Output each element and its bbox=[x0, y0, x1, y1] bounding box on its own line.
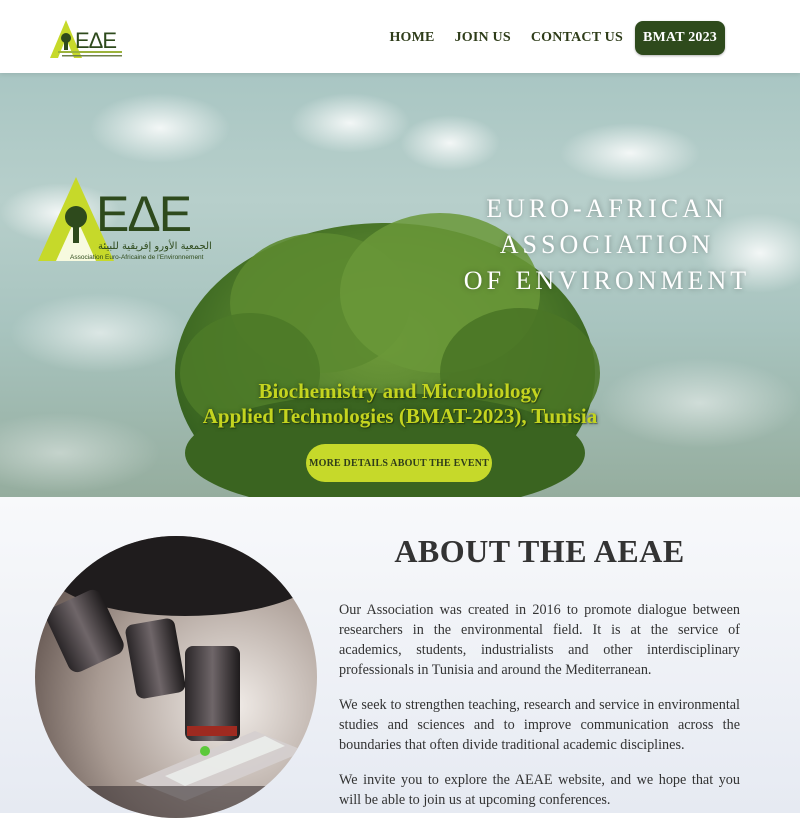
about-section: ABOUT THE AEAE Our Association was creat… bbox=[0, 497, 800, 818]
svg-text:ΕΔΕ: ΕΔΕ bbox=[96, 186, 191, 242]
about-paragraph-2: We seek to strengthen teaching, research… bbox=[339, 697, 740, 753]
about-paragraph-1: Our Association was created in 2016 to p… bbox=[339, 602, 740, 678]
site-header: ΕΔΕ HOME JOIN US CONTACT US BMAT 2023 bbox=[0, 0, 800, 73]
nav-contact-us[interactable]: CONTACT US bbox=[521, 30, 633, 46]
nav-join-us[interactable]: JOIN US bbox=[445, 30, 521, 46]
event-details-button[interactable]: MORE DETAILS ABOUT THE EVENT bbox=[306, 444, 492, 482]
about-heading: ABOUT THE AEAE bbox=[394, 533, 685, 569]
main-nav: HOME JOIN US CONTACT US BMAT 2023 bbox=[379, 21, 725, 55]
about-body: Our Association was created in 2016 to p… bbox=[339, 600, 740, 825]
event-title-line-1: Biochemistry and Microbiology bbox=[258, 379, 542, 403]
association-title: EURO-AFRICAN ASSOCIATION OF ENVIRONMENT bbox=[462, 191, 752, 299]
event-title: Biochemistry and Microbiology Applied Te… bbox=[150, 379, 650, 429]
hero-section: ΕΔΕ الجمعية الأورو إفريقية للبيئة Associ… bbox=[0, 73, 800, 497]
microscope-image bbox=[35, 536, 317, 818]
title-line-2: ASSOCIATION bbox=[499, 230, 715, 259]
title-line-1: EURO-AFRICAN bbox=[486, 194, 728, 223]
svg-text:ΕΔΕ: ΕΔΕ bbox=[75, 28, 116, 53]
title-line-3: OF ENVIRONMENT bbox=[463, 266, 751, 295]
aeae-hero-logo: ΕΔΕ الجمعية الأورو إفريقية للبيئة Associ… bbox=[38, 177, 212, 261]
svg-text:الجمعية الأورو إفريقية للبيئة: الجمعية الأورو إفريقية للبيئة bbox=[98, 239, 212, 252]
event-title-line-2: Applied Technologies (BMAT-2023), Tunisi… bbox=[202, 404, 598, 428]
about-paragraph-3: We invite you to explore the AEAE websit… bbox=[339, 772, 740, 808]
aeae-logo[interactable]: ΕΔΕ bbox=[48, 18, 128, 60]
nav-home[interactable]: HOME bbox=[379, 30, 444, 46]
nav-bmat-2023-button[interactable]: BMAT 2023 bbox=[634, 21, 725, 55]
svg-text:Association Euro-Africaine de: Association Euro-Africaine de l'Environn… bbox=[70, 254, 204, 261]
